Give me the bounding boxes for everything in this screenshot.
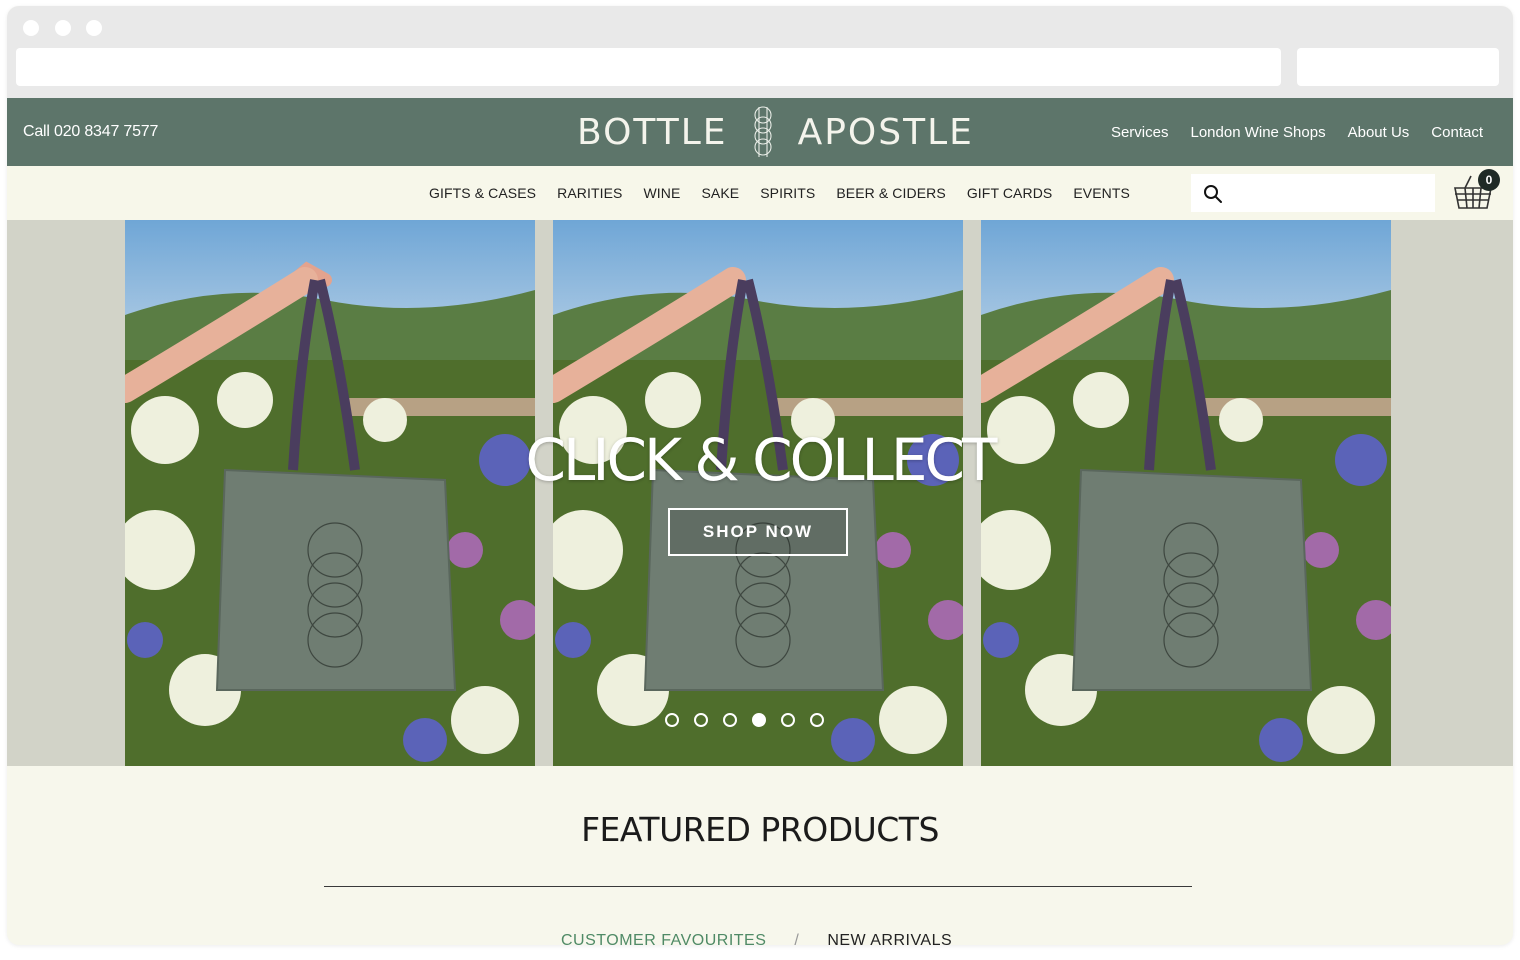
window-minimize-dot[interactable]	[55, 20, 71, 36]
browser-window: Call 020 8347 7577 BOTTLE APOSTLE Servic…	[7, 6, 1513, 945]
section-divider	[324, 886, 1192, 887]
featured-products-title: FEATURED PRODUCTS	[581, 810, 939, 849]
site-header: Call 020 8347 7577 BOTTLE APOSTLE Servic…	[7, 98, 1513, 166]
nav-link-contact[interactable]: Contact	[1431, 124, 1483, 141]
category-gift-cards[interactable]: GIFT CARDS	[967, 185, 1053, 201]
nav-link-about-us[interactable]: About Us	[1348, 124, 1410, 141]
carousel-dot-4[interactable]	[752, 713, 766, 727]
nav-link-london-wine-shops[interactable]: London Wine Shops	[1190, 124, 1325, 141]
carousel-dot-3[interactable]	[723, 713, 737, 727]
phone-number[interactable]: Call 020 8347 7577	[23, 98, 158, 166]
category-beer-ciders[interactable]: BEER & CIDERS	[836, 185, 945, 201]
hero-title: CLICK & COLLECT	[525, 426, 998, 494]
carousel-dot-5[interactable]	[781, 713, 795, 727]
logo-emblem-icon	[754, 106, 772, 157]
window-close-dot[interactable]	[23, 20, 39, 36]
featured-tabs: CUSTOMER FAVOURITES / NEW ARRIVALS	[561, 932, 952, 945]
category-rarities[interactable]: RARITIES	[557, 185, 622, 201]
category-events[interactable]: EVENTS	[1073, 185, 1130, 201]
basket-count-badge: 0	[1478, 169, 1500, 191]
category-spirits[interactable]: SPIRITS	[760, 185, 815, 201]
tab-new-arrivals[interactable]: NEW ARRIVALS	[827, 932, 952, 945]
shop-now-button[interactable]: SHOP NOW	[668, 508, 848, 556]
category-sake[interactable]: SAKE	[701, 185, 739, 201]
address-bar[interactable]	[16, 48, 1281, 86]
category-nav: GIFTS & CASES RARITIES WINE SAKE SPIRITS…	[7, 166, 1513, 220]
logo-text-right: APOSTLE	[797, 111, 974, 153]
nav-link-services[interactable]: Services	[1111, 124, 1169, 141]
carousel-dot-6[interactable]	[810, 713, 824, 727]
browser-search-box[interactable]	[1297, 48, 1499, 86]
carousel-dots	[665, 713, 824, 727]
search-input[interactable]	[1231, 174, 1431, 214]
header-links: Services London Wine Shops About Us Cont…	[1111, 98, 1483, 166]
browser-chrome	[7, 6, 1513, 98]
site-search	[1191, 174, 1435, 214]
tab-separator: /	[794, 932, 800, 945]
window-maximize-dot[interactable]	[86, 20, 102, 36]
site-logo[interactable]: BOTTLE APOSTLE	[577, 104, 974, 160]
logo-text-left: BOTTLE	[577, 111, 728, 153]
category-wine[interactable]: WINE	[643, 185, 680, 201]
carousel-dot-2[interactable]	[694, 713, 708, 727]
hero-carousel: CLICK & COLLECT SHOP NOW	[7, 220, 1513, 766]
search-icon[interactable]	[1203, 184, 1223, 204]
category-list: GIFTS & CASES RARITIES WINE SAKE SPIRITS…	[429, 166, 1130, 220]
category-gifts-cases[interactable]: GIFTS & CASES	[429, 185, 536, 201]
tab-customer-favourites[interactable]: CUSTOMER FAVOURITES	[561, 932, 766, 945]
carousel-dot-1[interactable]	[665, 713, 679, 727]
